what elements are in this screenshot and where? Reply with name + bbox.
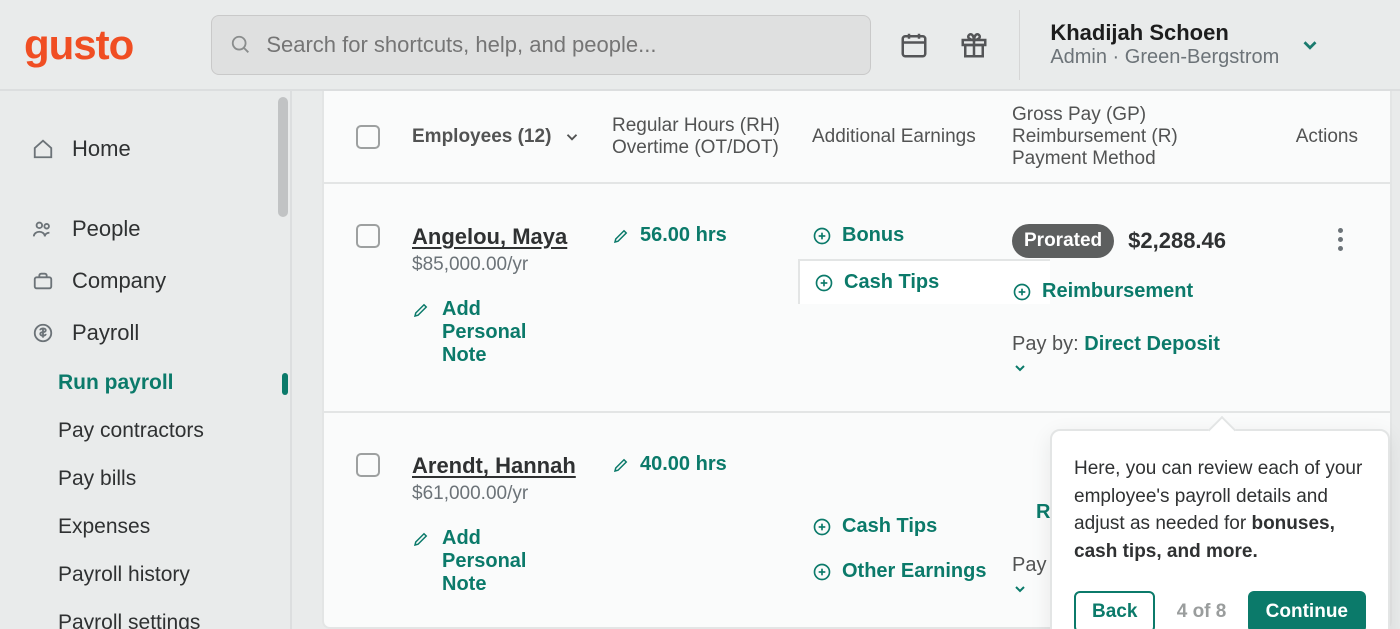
user-role: Admin · Green-Bergstrom [1050, 46, 1279, 69]
sidebar: Home People Company Payroll Run payroll … [0, 91, 290, 629]
row-actions-menu[interactable] [1328, 228, 1352, 251]
gross-pay-value: $2,288.46 [1128, 228, 1226, 254]
home-icon [32, 138, 54, 160]
employee-salary: $85,000.00/yr [412, 254, 612, 276]
briefcase-icon [32, 270, 54, 292]
search-box[interactable] [211, 15, 871, 75]
chevron-down-icon [563, 128, 581, 146]
hours-button[interactable]: 56.00 hrs [612, 224, 812, 247]
col-grosspay-header: Gross Pay (GP) Reimbursement (R) Payment… [1012, 104, 1232, 170]
search-input[interactable] [266, 32, 852, 58]
plus-circle-icon [812, 562, 832, 582]
nav-pay-bills[interactable]: Pay bills [22, 455, 282, 503]
user-menu[interactable]: Khadijah Schoen Admin · Green-Bergstrom [1050, 20, 1321, 69]
employee-salary: $61,000.00/yr [412, 483, 612, 505]
row-checkbox[interactable] [356, 224, 380, 248]
cash-tips-button[interactable]: Cash Tips [812, 515, 1012, 538]
pencil-icon [612, 227, 630, 245]
col-actions-header: Actions [1232, 126, 1358, 148]
popover-text: Here, you can review each of your employ… [1074, 455, 1366, 565]
search-icon [230, 34, 252, 56]
pay-method: Pay by: Direct Deposit [1012, 333, 1232, 379]
nav-home[interactable]: Home [22, 123, 282, 175]
people-icon [32, 218, 54, 240]
user-name: Khadijah Schoen [1050, 20, 1279, 46]
plus-circle-icon [812, 226, 832, 246]
nav-people[interactable]: People [22, 203, 282, 255]
dollar-icon [32, 322, 54, 344]
pencil-icon [412, 530, 430, 548]
select-all-checkbox[interactable] [356, 125, 380, 149]
plus-circle-icon [814, 273, 834, 293]
chevron-down-icon [1299, 34, 1321, 56]
chevron-down-icon [1012, 360, 1028, 376]
pencil-icon [412, 301, 430, 319]
employee-name-link[interactable]: Arendt, Hannah [412, 453, 612, 479]
gift-icon[interactable] [959, 30, 989, 60]
prorated-badge: Prorated [1012, 224, 1114, 258]
row-checkbox[interactable] [356, 453, 380, 477]
nav-payroll-history[interactable]: Payroll history [22, 551, 282, 599]
nav-run-payroll[interactable]: Run payroll [22, 359, 282, 407]
col-additional-header: Additional Earnings [812, 126, 1012, 148]
col-employees-header[interactable]: Employees (12) [412, 126, 612, 148]
nav-company[interactable]: Company [22, 255, 282, 307]
calendar-icon[interactable] [899, 30, 929, 60]
nav-payroll-settings[interactable]: Payroll settings [22, 599, 282, 629]
cash-tips-button[interactable]: Cash Tips [814, 271, 1036, 294]
nav-expenses[interactable]: Expenses [22, 503, 282, 551]
add-note-button[interactable]: Add Personal Note [412, 527, 612, 596]
popover-back-button[interactable]: Back [1074, 591, 1155, 629]
onboarding-popover: Here, you can review each of your employ… [1050, 429, 1390, 629]
plus-circle-icon [812, 517, 832, 537]
vertical-divider [1019, 10, 1020, 80]
popover-continue-button[interactable]: Continue [1248, 591, 1366, 629]
chevron-down-icon [1012, 581, 1028, 597]
employee-row: Angelou, Maya $85,000.00/yr Add Personal… [324, 184, 1390, 413]
nav-payroll[interactable]: Payroll [22, 307, 282, 359]
bonus-button[interactable]: Bonus [812, 224, 1012, 247]
reimbursement-button[interactable]: Reimbursement [1012, 280, 1232, 303]
gusto-logo: gusto [24, 21, 133, 69]
add-note-button[interactable]: Add Personal Note [412, 298, 612, 367]
col-hours-header: Regular Hours (RH) Overtime (OT/DOT) [612, 115, 812, 159]
nav-pay-contractors[interactable]: Pay contractors [22, 407, 282, 455]
pencil-icon [612, 456, 630, 474]
plus-circle-icon [1012, 282, 1032, 302]
hours-button[interactable]: 40.00 hrs [612, 453, 812, 476]
popover-step-count: 4 of 8 [1177, 598, 1227, 626]
other-earnings-button[interactable]: Other Earnings [812, 560, 1012, 583]
employee-name-link[interactable]: Angelou, Maya [412, 224, 612, 250]
